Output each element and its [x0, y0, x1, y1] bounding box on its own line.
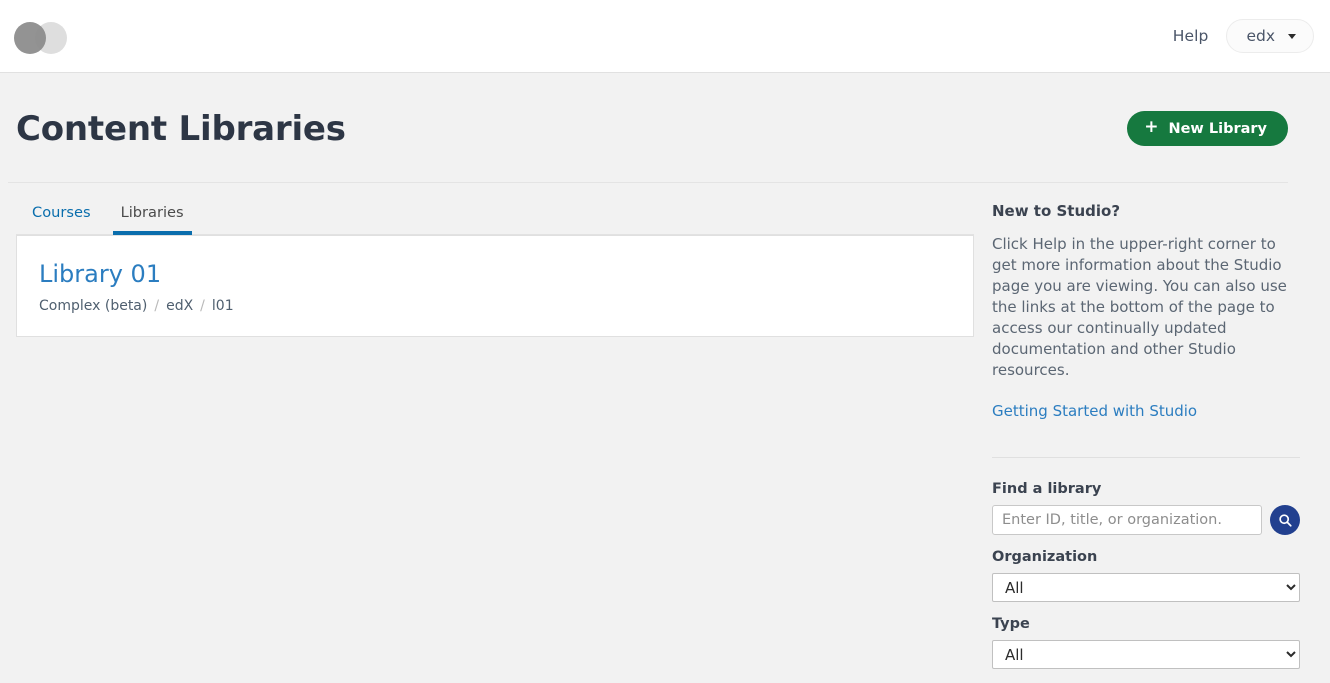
library-metadata: Complex (beta) / edX / l01 [39, 298, 951, 314]
find-library-label: Find a library [992, 481, 1102, 497]
search-input[interactable] [992, 505, 1262, 535]
new-library-button-label: New Library [1168, 120, 1267, 137]
main-column: Courses Libraries Library 01 Complex (be… [8, 202, 974, 683]
new-library-button[interactable]: + New Library [1127, 111, 1288, 146]
organization-select[interactable]: All [992, 573, 1300, 602]
tab-libraries[interactable]: Libraries [112, 202, 192, 235]
search-button[interactable] [1270, 505, 1300, 535]
studio-logo[interactable] [14, 18, 69, 55]
content-columns: Courses Libraries Library 01 Complex (be… [8, 183, 1314, 683]
sidebar-body-text: Click Help in the upper-right corner to … [992, 235, 1287, 379]
tab-courses[interactable]: Courses [24, 202, 99, 234]
site-header: Help edx [0, 0, 1330, 73]
sidebar: New to Studio? Click Help in the upper-r… [974, 202, 1314, 683]
type-select[interactable]: All [992, 640, 1300, 669]
search-row [992, 505, 1300, 535]
header-actions: Help edx [1173, 19, 1314, 53]
sidebar-divider [992, 457, 1300, 458]
chevron-down-icon [1288, 33, 1296, 39]
library-number: l01 [211, 298, 234, 314]
plus-icon: + [1144, 117, 1159, 137]
library-title-link[interactable]: Library 01 [39, 260, 161, 288]
account-menu-button[interactable]: edx [1226, 19, 1314, 53]
help-link[interactable]: Help [1173, 27, 1209, 45]
metadata-separator: / [154, 298, 160, 314]
page-title: Content Libraries [16, 108, 346, 149]
account-menu-label: edx [1246, 27, 1275, 45]
getting-started-link[interactable]: Getting Started with Studio [992, 402, 1197, 420]
page-container: Content Libraries + New Library Courses … [0, 73, 1330, 683]
tab-bar: Courses Libraries [16, 202, 974, 235]
page-header: Content Libraries + New Library [8, 73, 1314, 146]
library-type: Complex (beta) [39, 298, 148, 314]
organization-label: Organization [992, 549, 1098, 565]
metadata-separator: / [200, 298, 205, 314]
logo-circle-dark [14, 21, 46, 54]
library-card[interactable]: Library 01 Complex (beta) / edX / l01 [16, 235, 974, 337]
library-list: Library 01 Complex (beta) / edX / l01 [16, 235, 974, 337]
sidebar-heading: New to Studio? [992, 202, 1121, 220]
search-icon [1278, 513, 1292, 527]
type-label: Type [992, 616, 1030, 632]
library-org: edX [166, 298, 194, 314]
